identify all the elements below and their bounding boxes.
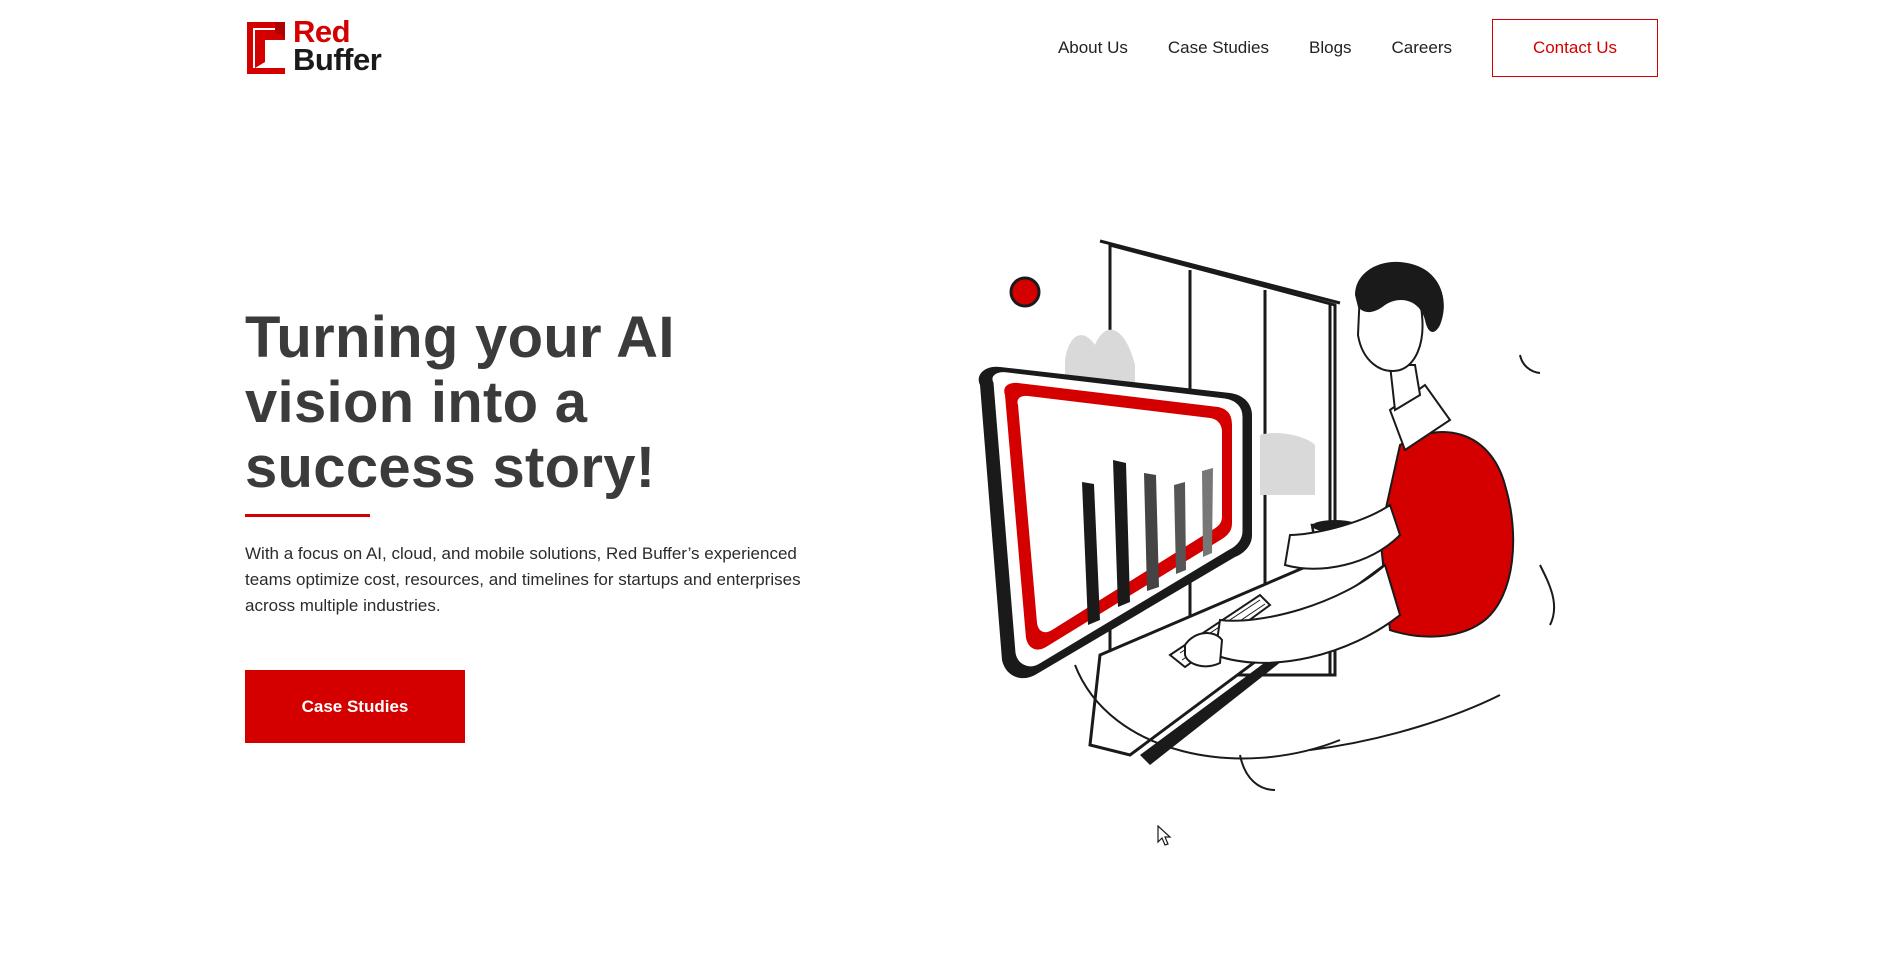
- logo-line-buffer: Buffer: [293, 42, 382, 77]
- hero-title: Turning your AI vision into a success st…: [245, 305, 675, 500]
- nav-case-studies[interactable]: Case Studies: [1168, 38, 1269, 58]
- deco-arc-3: [1239, 754, 1276, 791]
- logo-mark-icon: [247, 22, 285, 74]
- hero-description: With a focus on AI, cloud, and mobile so…: [245, 544, 801, 615]
- red-dot-decoration: [1009, 276, 1041, 308]
- nav-blogs[interactable]: Blogs: [1309, 38, 1352, 58]
- hero-illustration: [978, 239, 1556, 791]
- deco-arc-1: [1519, 354, 1541, 374]
- nav-about-us[interactable]: About Us: [1058, 38, 1128, 58]
- main-nav: About Us Case Studies Blogs Careers Cont…: [1058, 18, 1658, 78]
- grey-bush-2: [1260, 433, 1315, 495]
- chart-bar-4: [1174, 482, 1186, 574]
- chart-bar-5: [1202, 468, 1213, 557]
- deco-arc-4: [1309, 694, 1501, 751]
- mouse-pointer-icon: [1157, 825, 1172, 846]
- contact-us-button[interactable]: Contact Us: [1492, 19, 1658, 77]
- nav-careers[interactable]: Careers: [1392, 38, 1452, 58]
- deco-arc-2: [1539, 564, 1556, 626]
- case-studies-button[interactable]: Case Studies: [245, 670, 465, 743]
- logo-text: Red Buffer: [293, 16, 382, 77]
- title-underline: [245, 514, 370, 517]
- person-hand: [1184, 632, 1224, 668]
- logo[interactable]: Red Buffer: [245, 16, 382, 77]
